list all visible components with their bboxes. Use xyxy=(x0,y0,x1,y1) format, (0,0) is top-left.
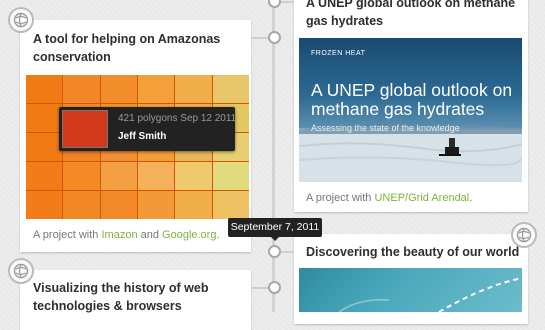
heatmap-cell xyxy=(63,75,100,103)
meta-prefix: A project with xyxy=(306,192,375,204)
heatmap-cell xyxy=(63,162,100,190)
tooltip-user: Jeff Smith xyxy=(118,131,167,142)
google-org-link[interactable]: Google.org xyxy=(162,229,216,241)
heatmap-cell xyxy=(100,162,137,190)
timeline-node[interactable] xyxy=(268,0,281,8)
globe-icon[interactable] xyxy=(8,258,34,284)
amazonas-card-meta: A project with Imazon and Google.org. xyxy=(33,229,220,241)
heatmap-cell xyxy=(212,191,249,219)
tooltip-thumbnail xyxy=(62,110,108,148)
flight-path-graphic xyxy=(338,277,522,312)
amazonas-card-title[interactable]: A tool for helping on Amazonas conservat… xyxy=(33,30,245,66)
meta-suffix: . xyxy=(216,229,220,241)
heatmap-cell xyxy=(137,75,175,103)
map-tooltip: 421 polygons Sep 12 2011 Jeff Smith xyxy=(59,107,237,151)
heatmap-cell xyxy=(175,191,212,219)
imazon-link[interactable]: Imazon xyxy=(101,229,137,241)
heatmap-cell xyxy=(175,162,212,190)
timeline-spine xyxy=(272,0,275,312)
meta-prefix: A project with xyxy=(33,229,102,241)
timeline-node[interactable] xyxy=(268,31,281,44)
heatmap-cell xyxy=(100,75,137,103)
unep-image-subtitle: Assessing the state of the knowledge xyxy=(311,123,460,133)
heatmap-cell xyxy=(175,75,212,103)
heatmap-cell xyxy=(63,191,100,219)
heatmap-cell xyxy=(26,104,63,132)
unep-cover-image: FROZEN HEAT A UNEP global outlook on met… xyxy=(299,38,522,182)
heatmap-cell xyxy=(137,191,175,219)
timeline-date-label: September 7, 2011 xyxy=(228,218,322,241)
beauty-card-title[interactable]: Discovering the beauty of our world xyxy=(306,243,521,261)
heatmap-cell xyxy=(26,133,63,161)
unep-grid-arendal-link[interactable]: UNEP/Grid Arendal xyxy=(374,192,469,204)
history-card-title[interactable]: Visualizing the history of web technolog… xyxy=(33,279,238,315)
unep-image-kicker: FROZEN HEAT xyxy=(311,50,366,57)
globe-icon[interactable] xyxy=(8,7,34,33)
heatmap-cell xyxy=(137,162,175,190)
unep-card-title[interactable]: A UNEP global outlook on methane gas hyd… xyxy=(306,0,516,30)
timeline-node[interactable] xyxy=(268,281,281,294)
heatmap-cell xyxy=(212,162,249,190)
meta-suffix: . xyxy=(469,192,473,204)
beauty-cover-image xyxy=(299,268,522,312)
heatmap-cell xyxy=(26,75,63,103)
heatmap-cell xyxy=(26,162,63,190)
heatmap-cell xyxy=(26,191,63,219)
tooltip-info: 421 polygons Sep 12 2011 xyxy=(118,113,237,124)
heatmap-cell xyxy=(212,75,249,103)
unep-card-meta: A project with UNEP/Grid Arendal. xyxy=(306,192,472,204)
meta-and: and xyxy=(137,229,163,241)
timeline-node[interactable] xyxy=(268,245,281,258)
unep-image-heading: A UNEP global outlook on methane gas hyd… xyxy=(311,80,513,119)
globe-icon[interactable] xyxy=(511,222,537,248)
heatmap-cell xyxy=(100,191,137,219)
